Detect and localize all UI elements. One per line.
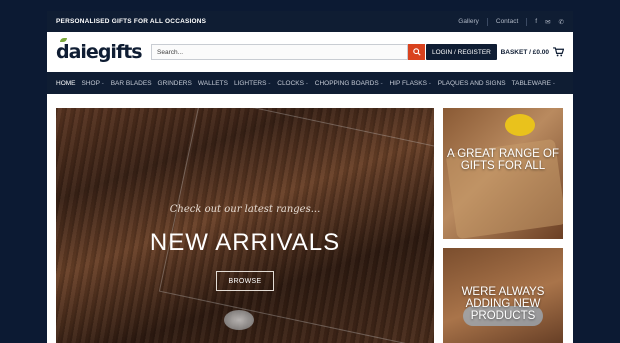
nav-item-home[interactable]: HOME — [56, 80, 76, 87]
nav-item-label: BAR BLADES — [110, 79, 152, 87]
glass-plaque-image — [158, 108, 434, 343]
side-banner-caption: A GREAT RANGE OF GIFTS FOR ALL — [446, 148, 560, 172]
nav-item-hip-flasks[interactable]: HIP FLASKS ⌄ — [389, 80, 431, 87]
hero-title: NEW ARRIVALS — [149, 229, 341, 256]
chevron-down-icon: ⌄ — [379, 80, 384, 85]
contact-link[interactable]: Contact — [496, 18, 518, 25]
nav-item-label: CLOCKS — [277, 79, 304, 87]
nav-item-chopping-boards[interactable]: CHOPPING BOARDS ⌄ — [315, 80, 384, 87]
gallery-link[interactable]: Gallery — [458, 18, 479, 25]
cart-icon — [553, 47, 564, 57]
phone-icon[interactable]: ✆ — [559, 18, 564, 26]
lemon-image — [505, 114, 535, 136]
side-banner-gifts[interactable]: A GREAT RANGE OF GIFTS FOR ALL — [443, 108, 563, 239]
hero-tagline: Check out our latest ranges... — [169, 204, 321, 215]
search-input[interactable]: Search... — [151, 44, 408, 60]
chevron-down-icon: ⌄ — [267, 80, 272, 85]
page-frame: PERSONALISED GIFTS FOR ALL OCCASIONS Gal… — [47, 11, 573, 343]
chevron-down-icon: ⌄ — [304, 80, 309, 85]
basket-label: BASKET / £0.00 — [500, 48, 549, 56]
nav-item-lighters[interactable]: LIGHTERS ⌄ — [234, 80, 271, 87]
facebook-icon[interactable]: f — [535, 18, 537, 25]
logo-text-daie: daie — [56, 41, 99, 63]
logo-text-gifts: gifts — [97, 41, 143, 63]
browse-button[interactable]: BROWSE — [216, 271, 274, 291]
nav-item-tableware[interactable]: TABLEWARE ⌄ — [512, 80, 556, 87]
email-icon[interactable]: ✉ — [545, 18, 550, 26]
nav-item-wallets[interactable]: WALLETS — [198, 80, 228, 87]
header: daie gifts Search... LOGIN / REGISTER BA… — [47, 32, 573, 72]
hero-banner: Check out our latest ranges... NEW ARRIV… — [56, 108, 434, 343]
nav-item-label: TABLEWARE — [511, 79, 552, 87]
divider — [486, 17, 488, 26]
nav-item-plaques-and-signs[interactable]: PLAQUES AND SIGNS — [438, 80, 506, 87]
nav-item-label: HIP FLASKS — [389, 79, 427, 87]
site-tagline: PERSONALISED GIFTS FOR ALL OCCASIONS — [56, 18, 207, 25]
top-bar: PERSONALISED GIFTS FOR ALL OCCASIONS Gal… — [47, 11, 573, 32]
nav-item-shop[interactable]: SHOP ⌄ — [82, 80, 105, 87]
nav-item-label: CHOPPING BOARDS — [314, 79, 379, 87]
nav-item-label: GRINDERS — [157, 79, 192, 87]
chevron-down-icon: ⌄ — [100, 80, 105, 85]
login-register-button[interactable]: LOGIN / REGISTER — [426, 44, 497, 60]
side-banner-caption: WERE ALWAYS ADDING NEW PRODUCTS — [461, 286, 545, 322]
search-icon — [412, 48, 421, 56]
nav-item-label: PLAQUES AND SIGNS — [437, 79, 506, 87]
nav-item-label: SHOP — [81, 79, 100, 87]
side-banner-new-products[interactable]: WERE ALWAYS ADDING NEW PRODUCTS — [443, 248, 563, 343]
nav-item-label: HOME — [56, 79, 76, 87]
nav-item-bar-blades[interactable]: BAR BLADES — [111, 80, 152, 87]
divider — [526, 17, 528, 26]
logo[interactable]: daie gifts — [56, 38, 143, 63]
glass-knob-image — [224, 310, 254, 330]
top-links: Gallery Contact f ✉ ✆ — [458, 17, 564, 26]
nav-item-label: WALLETS — [197, 79, 228, 87]
main-nav: HOME SHOP ⌄ BAR BLADES GRINDERS WALLETS LIGHTE… — [47, 72, 573, 94]
chevron-down-icon: ⌄ — [427, 80, 432, 85]
basket-button[interactable]: BASKET / £0.00 — [501, 47, 564, 57]
search-bar: Search... — [151, 44, 425, 60]
search-button[interactable] — [408, 44, 425, 60]
chevron-down-icon: ⌄ — [552, 80, 556, 85]
nav-item-clocks[interactable]: CLOCKS ⌄ — [277, 80, 309, 87]
nav-item-grinders[interactable]: GRINDERS — [158, 80, 192, 87]
nav-item-label: LIGHTERS — [233, 79, 267, 87]
